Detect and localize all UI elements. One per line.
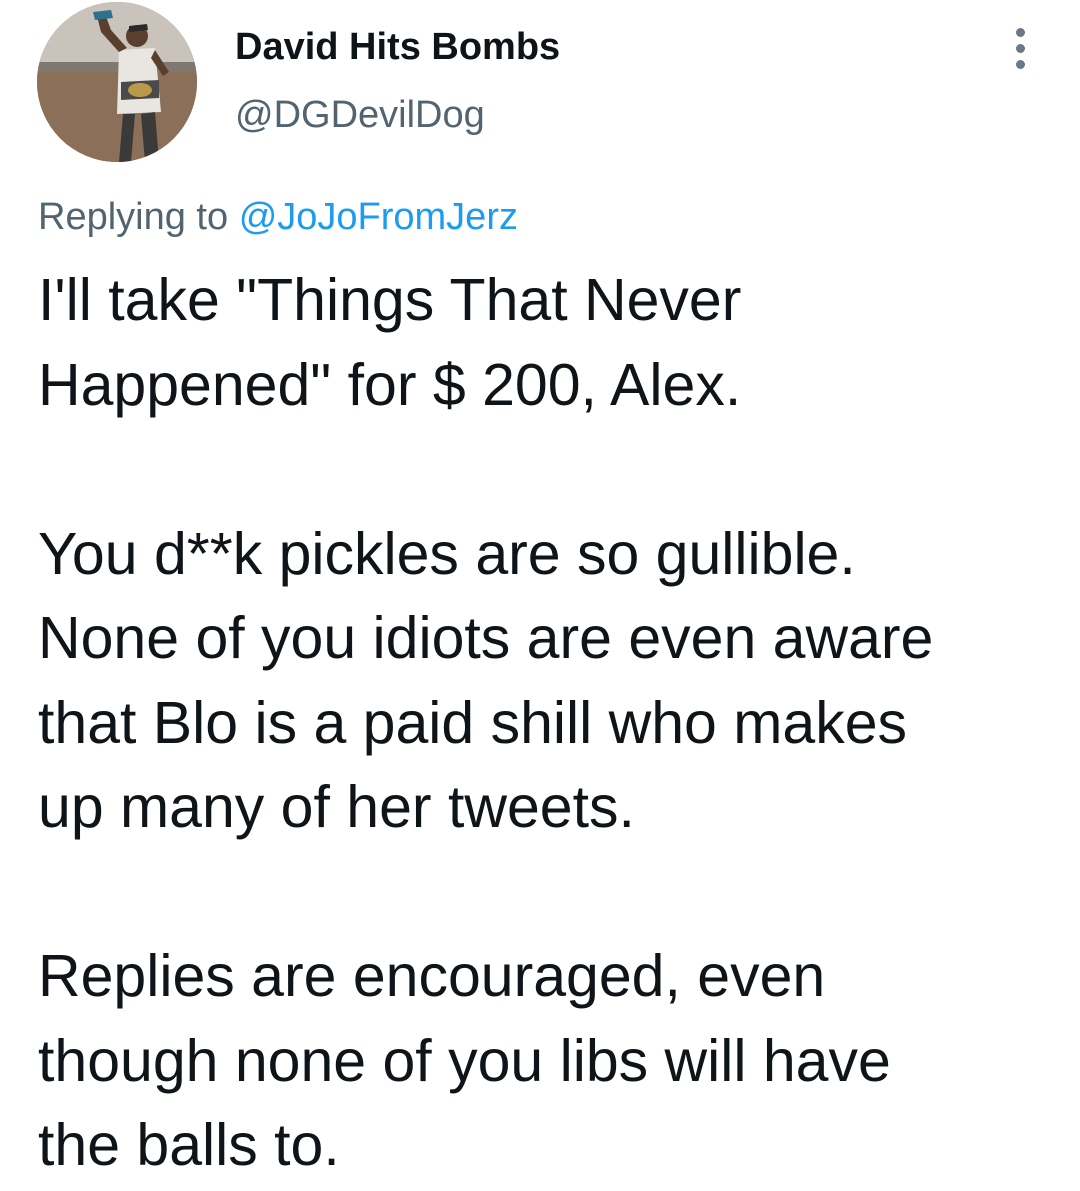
avatar-photo — [37, 2, 197, 162]
tweet-paragraph: I'll take "Things That Never Happened" f… — [38, 267, 742, 418]
user-handle[interactable]: @DGDevilDog — [235, 94, 485, 137]
replying-to-label: Replying to — [38, 196, 229, 238]
avatar[interactable] — [37, 2, 197, 162]
tweet-paragraph: You d**k pickles are so gullible. None o… — [38, 520, 934, 841]
replying-to: Replying to @JoJoFromJerz — [38, 196, 518, 239]
tweet-paragraph: Replies are encouraged, even though none… — [38, 943, 891, 1178]
more-vertical-icon-dot — [1016, 60, 1025, 69]
replying-to-mention[interactable]: @JoJoFromJerz — [239, 196, 518, 238]
tweet-card: David Hits Bombs @DGDevilDog Replying to… — [0, 0, 1080, 1191]
more-vertical-icon — [1016, 28, 1025, 37]
more-vertical-icon-dot — [1016, 44, 1025, 53]
more-options-button[interactable] — [1006, 24, 1036, 74]
tweet-text: I'll take "Things That Never Happened" f… — [38, 258, 1048, 1188]
display-name[interactable]: David Hits Bombs — [235, 26, 560, 69]
